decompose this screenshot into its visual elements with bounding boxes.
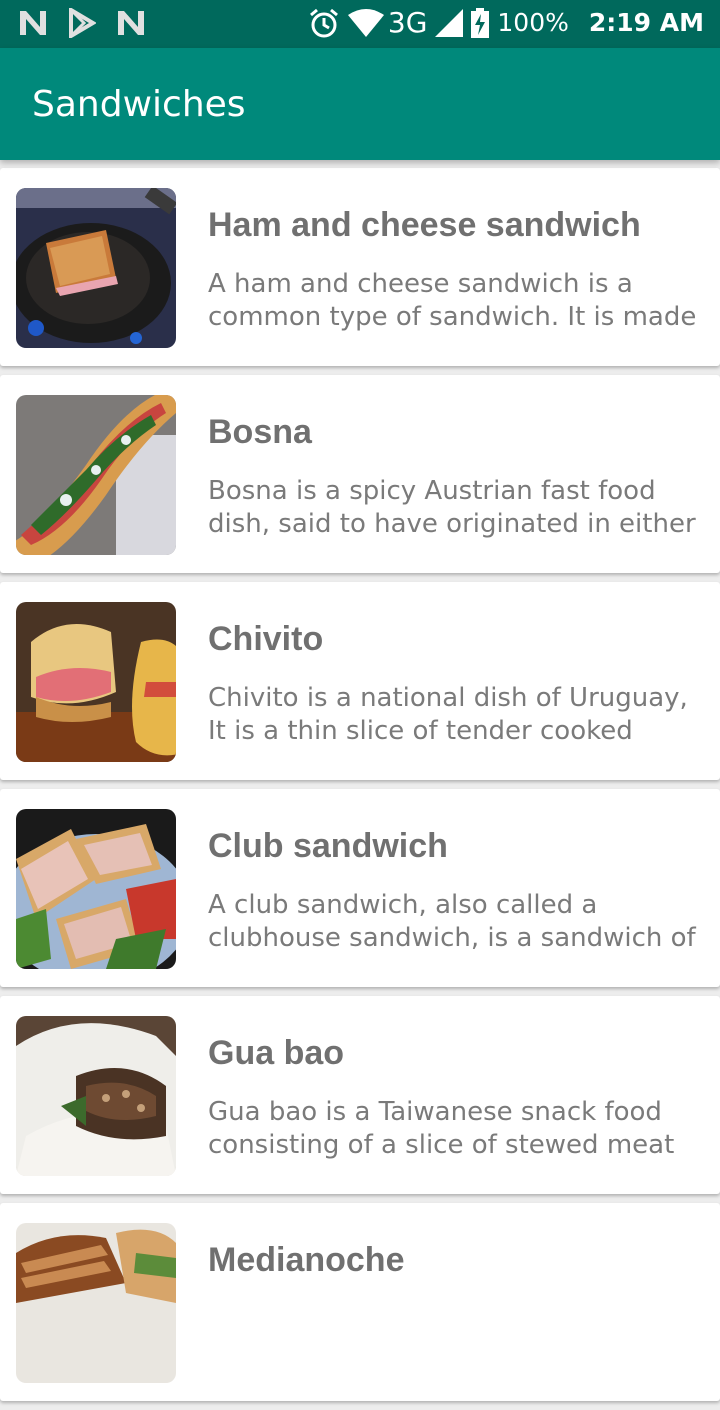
network-type: 3G	[387, 6, 428, 39]
sandwich-description: Gua bao is a Taiwanese snack food consis…	[208, 1097, 675, 1160]
list-item-ham-and-cheese[interactable]: Ham and cheese sandwich A ham and cheese…	[0, 168, 720, 366]
sandwich-thumbnail	[16, 602, 176, 762]
sandwich-description	[208, 1303, 698, 1369]
sandwich-description: A ham and cheese sandwich is a common ty…	[208, 269, 697, 332]
sandwich-description: Bosna is a spicy Austrian fast food dish…	[208, 476, 696, 539]
sandwich-thumbnail	[16, 188, 176, 348]
sandwich-title: Chivito	[208, 620, 324, 658]
n-icon	[118, 11, 144, 35]
sandwich-title: Ham and cheese sandwich	[208, 206, 641, 244]
sandwich-title: Medianoche	[208, 1241, 405, 1279]
list-item-bosna[interactable]: Bosna Bosna is a spicy Austrian fast foo…	[0, 375, 720, 573]
battery-charging-icon	[471, 7, 490, 38]
sandwich-thumbnail	[16, 1016, 176, 1176]
alarm-icon	[309, 8, 338, 37]
wifi-icon	[347, 8, 384, 37]
list-item-medianoche[interactable]: Medianoche	[0, 1203, 720, 1401]
page-title: Sandwiches	[32, 84, 246, 125]
signal-icon	[435, 8, 464, 37]
status-bar: 3G 100% 2:19 AM	[0, 0, 720, 48]
sandwich-title: Gua bao	[208, 1034, 345, 1072]
app-bar: Sandwiches	[0, 48, 720, 160]
clock: 2:19 AM	[588, 8, 704, 37]
play-store-icon	[69, 8, 96, 38]
sandwich-description: Chivito is a national dish of Uruguay, I…	[208, 683, 688, 746]
list-item-chivito[interactable]: Chivito Chivito is a national dish of Ur…	[0, 582, 720, 780]
list-item-club-sandwich[interactable]: Club sandwich A club sandwich, also call…	[0, 789, 720, 987]
sandwich-list[interactable]: Ham and cheese sandwich A ham and cheese…	[0, 168, 720, 1410]
sandwich-thumbnail	[16, 809, 176, 969]
battery-percent: 100%	[497, 8, 569, 37]
sandwich-thumbnail	[16, 1223, 176, 1383]
sandwich-title: Bosna	[208, 413, 312, 451]
n-icon	[20, 11, 46, 35]
sandwich-description: A club sandwich, also called a clubhouse…	[208, 890, 696, 953]
sandwich-thumbnail	[16, 395, 176, 555]
sandwich-title: Club sandwich	[208, 827, 448, 865]
list-item-gua-bao[interactable]: Gua bao Gua bao is a Taiwanese snack foo…	[0, 996, 720, 1194]
